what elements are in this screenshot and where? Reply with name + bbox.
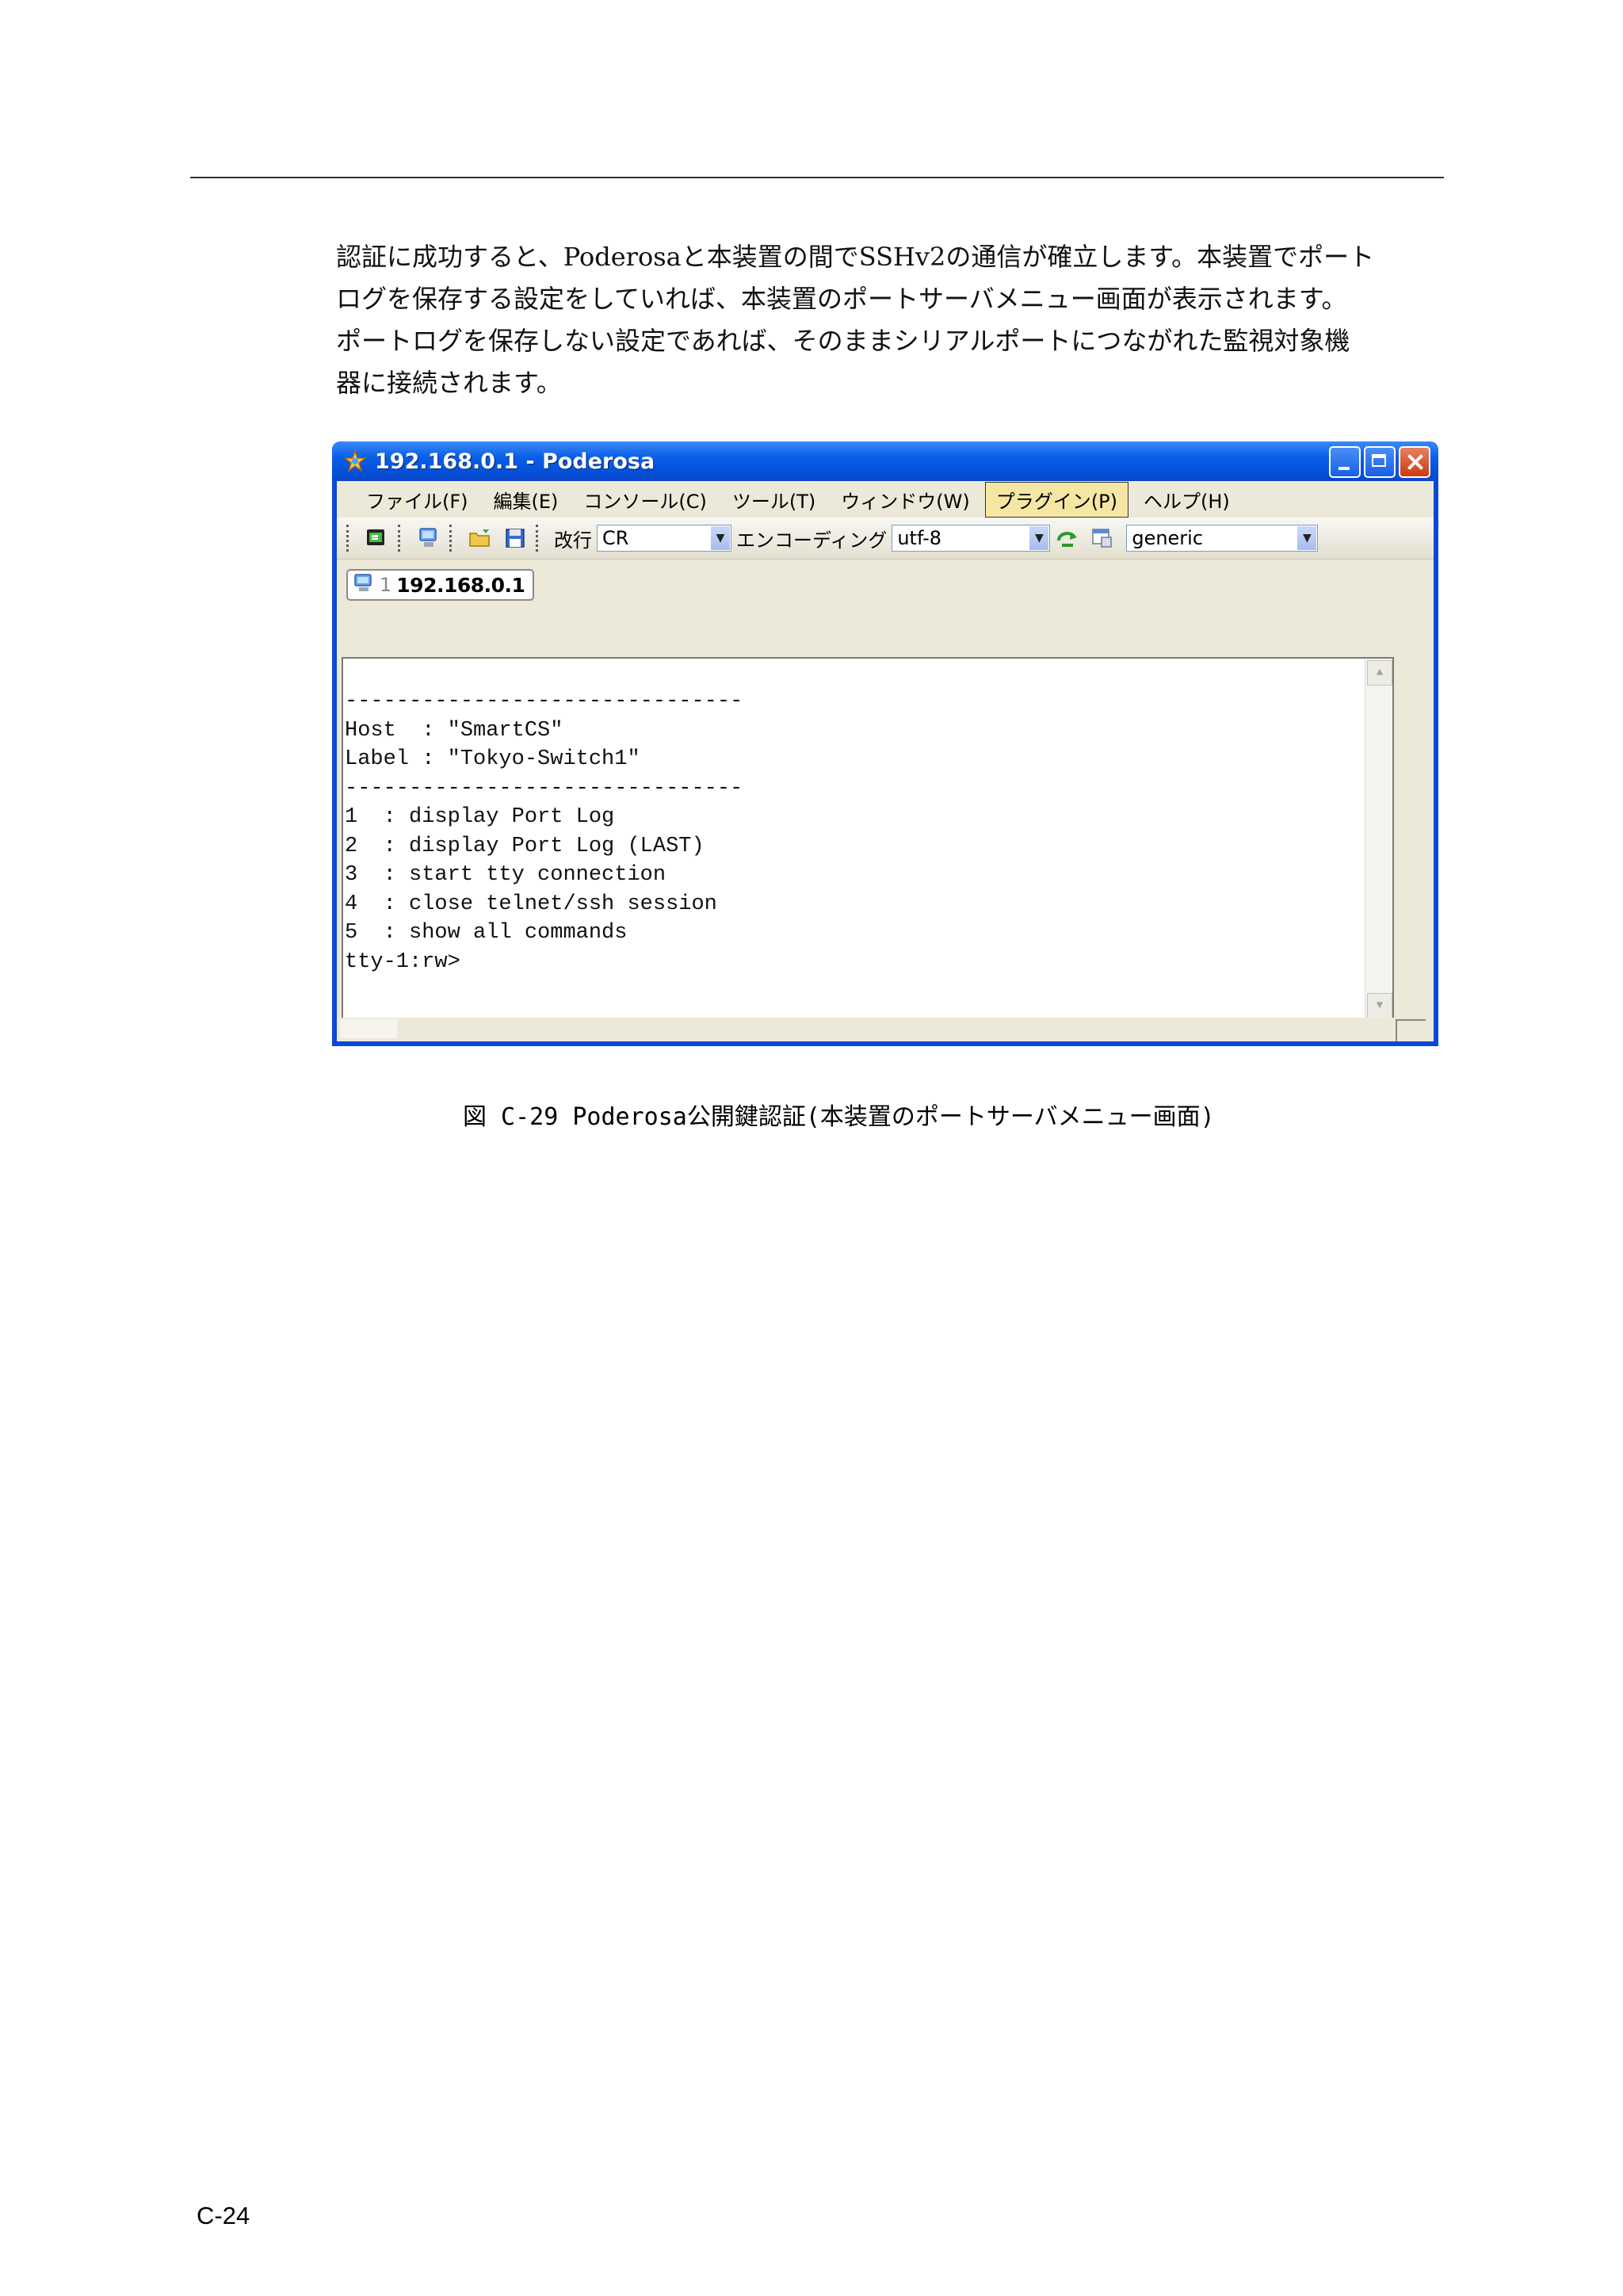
session-tab[interactable]: 1 192.168.0.1 [346,569,535,601]
toolbar-grip[interactable] [398,525,405,552]
terminal-screen[interactable]: ------------------------------- Host : "… [342,657,1394,1022]
chevron-down-icon[interactable]: ▼ [1297,526,1317,550]
session-computer-icon [353,572,375,598]
menu-file[interactable]: ファイル(F) [356,483,479,517]
top-rule [190,177,1444,178]
terminal-line: 3 : start tty connection [345,863,666,887]
newline-select[interactable]: CR ▼ [597,525,731,552]
body-line: 認証に成功すると、Poderosaと本装置の間でSSHv2の通信が確立します。本… [336,242,1375,272]
chevron-down-icon[interactable]: ▼ [711,526,730,550]
toolbar-grip[interactable] [346,525,353,552]
menu-help[interactable]: ヘルプ(H) [1133,483,1240,517]
body-line: ログを保存する設定をしていれば、本装置のポートサーバメニュー画面が表示されます。 [336,284,1347,314]
menu-bar: ファイル(F) 編集(E) コンソール(C) ツール(T) ウィンドウ(W) プ… [337,481,1434,518]
scroll-up-icon[interactable]: ▲ [1367,660,1392,686]
vertical-scrollbar[interactable]: ▲ ▼ [1365,659,1392,1020]
toolbar-grip[interactable] [449,525,456,552]
window-title: 192.168.0.1 - Poderosa [375,449,655,474]
encoding-value: utf-8 [897,527,942,549]
menu-tools[interactable]: ツール(T) [722,483,826,517]
terminal-line: 2 : display Port Log (LAST) [345,834,705,858]
figure-caption: 図 C-29 Poderosa公開鍵認証(本装置のポートサーバメニュー画面) [463,1103,1215,1131]
body-paragraph: 認証に成功すると、Poderosaと本装置の間でSSHv2の通信が確立します。本… [336,236,1445,404]
terminal-line: 1 : display Port Log [345,805,615,829]
poderosa-window: 192.168.0.1 - Poderosa ファイル(F) 編集(E) コンソ… [332,441,1438,1046]
resize-grip-icon[interactable] [1396,1019,1426,1041]
menu-plugin[interactable]: プラグイン(P) [984,481,1128,518]
terminal-line: ------------------------------- [345,690,743,713]
window-controls [1329,446,1430,478]
encoding-label: エンコーディング [736,529,888,552]
terminal-line: 4 : close telnet/ssh session [345,892,717,916]
body-line: 器に接続されます。 [336,368,562,398]
window-client: ファイル(F) 編集(E) コンソール(C) ツール(T) ウィンドウ(W) プ… [337,481,1434,1041]
status-pane [340,1019,397,1038]
scroll-down-icon[interactable]: ▼ [1367,993,1392,1018]
chevron-down-icon[interactable]: ▼ [1029,526,1049,550]
tab-bar: 1 192.168.0.1 [337,560,1434,607]
terminal-line: Host : "SmartCS" [345,718,563,743]
newline-label: 改行 [554,529,592,552]
minimize-button[interactable] [1329,446,1361,478]
status-bar [337,1018,1434,1041]
terminal-output: ------------------------------- Host : "… [345,687,743,976]
menu-window[interactable]: ウィンドウ(W) [831,483,980,517]
tab-number: 1 [380,574,392,596]
encoding-select[interactable]: utf-8 ▼ [892,525,1051,552]
terminal-line: 5 : show all commands [345,921,628,945]
poderosa-app-icon [342,448,369,475]
terminal-computer-icon[interactable] [416,525,441,551]
save-icon[interactable] [502,525,528,551]
tab-label: 192.168.0.1 [396,573,525,597]
terminal-line: ------------------------------- [345,776,743,800]
menu-edit[interactable]: 編集(E) [483,483,569,517]
body-line: ポートログを保存しない設定であれば、そのままシリアルポートにつながれた監視対象機 [336,326,1350,356]
open-folder-icon[interactable] [468,525,493,551]
terminal-line: Label : "Tokyo-Switch1" [345,747,640,771]
maximize-button[interactable] [1364,446,1396,478]
terminal-type-select[interactable]: generic ▼ [1126,525,1319,552]
menu-console[interactable]: コンソール(C) [573,483,716,517]
close-button[interactable] [1399,446,1430,478]
page-number: C-24 [197,2202,250,2229]
newline-value: CR [602,527,629,549]
terminal-prompt: tty-1:rw> [345,949,460,974]
terminal-type-value: generic [1132,527,1204,549]
terminal-settings-icon[interactable] [1090,525,1115,551]
toolbar-grip[interactable] [536,525,543,552]
new-connection-icon[interactable] [365,525,390,551]
toolbar: 改行 CR ▼ エンコーディング utf-8 ▼ generic ▼ [337,518,1434,560]
title-bar[interactable]: 192.168.0.1 - Poderosa [332,441,1438,481]
refresh-arrow-icon[interactable] [1055,525,1080,551]
